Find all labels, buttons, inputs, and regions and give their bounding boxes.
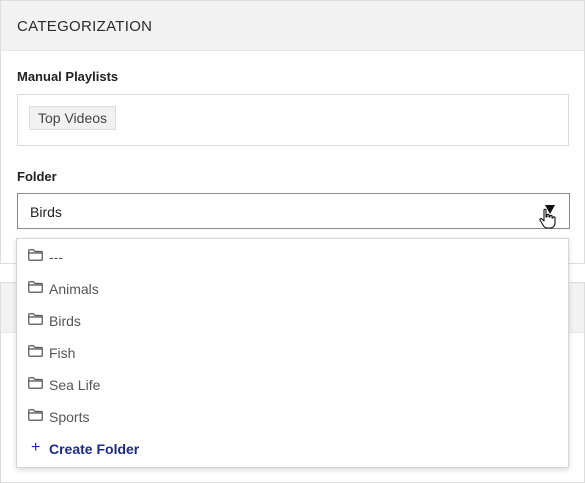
folder-icon xyxy=(28,313,43,325)
folder-icon xyxy=(28,281,43,293)
folder-option[interactable]: Animals xyxy=(17,272,568,304)
folder-option[interactable]: --- xyxy=(17,240,568,272)
plus-icon: + xyxy=(31,439,41,456)
create-folder-label: Create Folder xyxy=(49,441,140,457)
folder-option-label: Birds xyxy=(49,313,81,329)
manual-playlists-label: Manual Playlists xyxy=(17,69,119,84)
folder-option-label: --- xyxy=(49,249,63,265)
folder-select-value: Birds xyxy=(30,204,62,220)
folder-icon xyxy=(28,249,43,261)
folder-option-label: Animals xyxy=(49,281,99,297)
folder-option[interactable]: Birds xyxy=(17,304,568,336)
folder-option[interactable]: Sea Life xyxy=(17,368,568,400)
folder-dropdown-menu: --- Animals Birds Fish Sea Life Sports +… xyxy=(16,238,569,468)
folder-option-label: Fish xyxy=(49,345,76,361)
folder-label: Folder xyxy=(17,169,57,184)
folder-option-label: Sports xyxy=(49,409,90,425)
folder-icon xyxy=(28,345,43,357)
create-folder-button[interactable]: + Create Folder xyxy=(17,437,568,465)
folder-icon xyxy=(28,409,43,421)
playlist-tag[interactable]: Top Videos xyxy=(29,106,117,130)
folder-icon xyxy=(28,377,43,389)
section-title: CATEGORIZATION xyxy=(1,1,584,51)
folder-option-label: Sea Life xyxy=(49,377,101,393)
folder-option[interactable]: Fish xyxy=(17,336,568,368)
categorization-panel: CATEGORIZATION Manual Playlists Top Vide… xyxy=(0,0,585,264)
playlists-input[interactable]: Top Videos xyxy=(17,94,569,146)
hand-cursor-icon xyxy=(539,208,556,229)
folder-option[interactable]: Sports xyxy=(17,400,568,432)
folder-select[interactable]: Birds xyxy=(17,193,570,229)
